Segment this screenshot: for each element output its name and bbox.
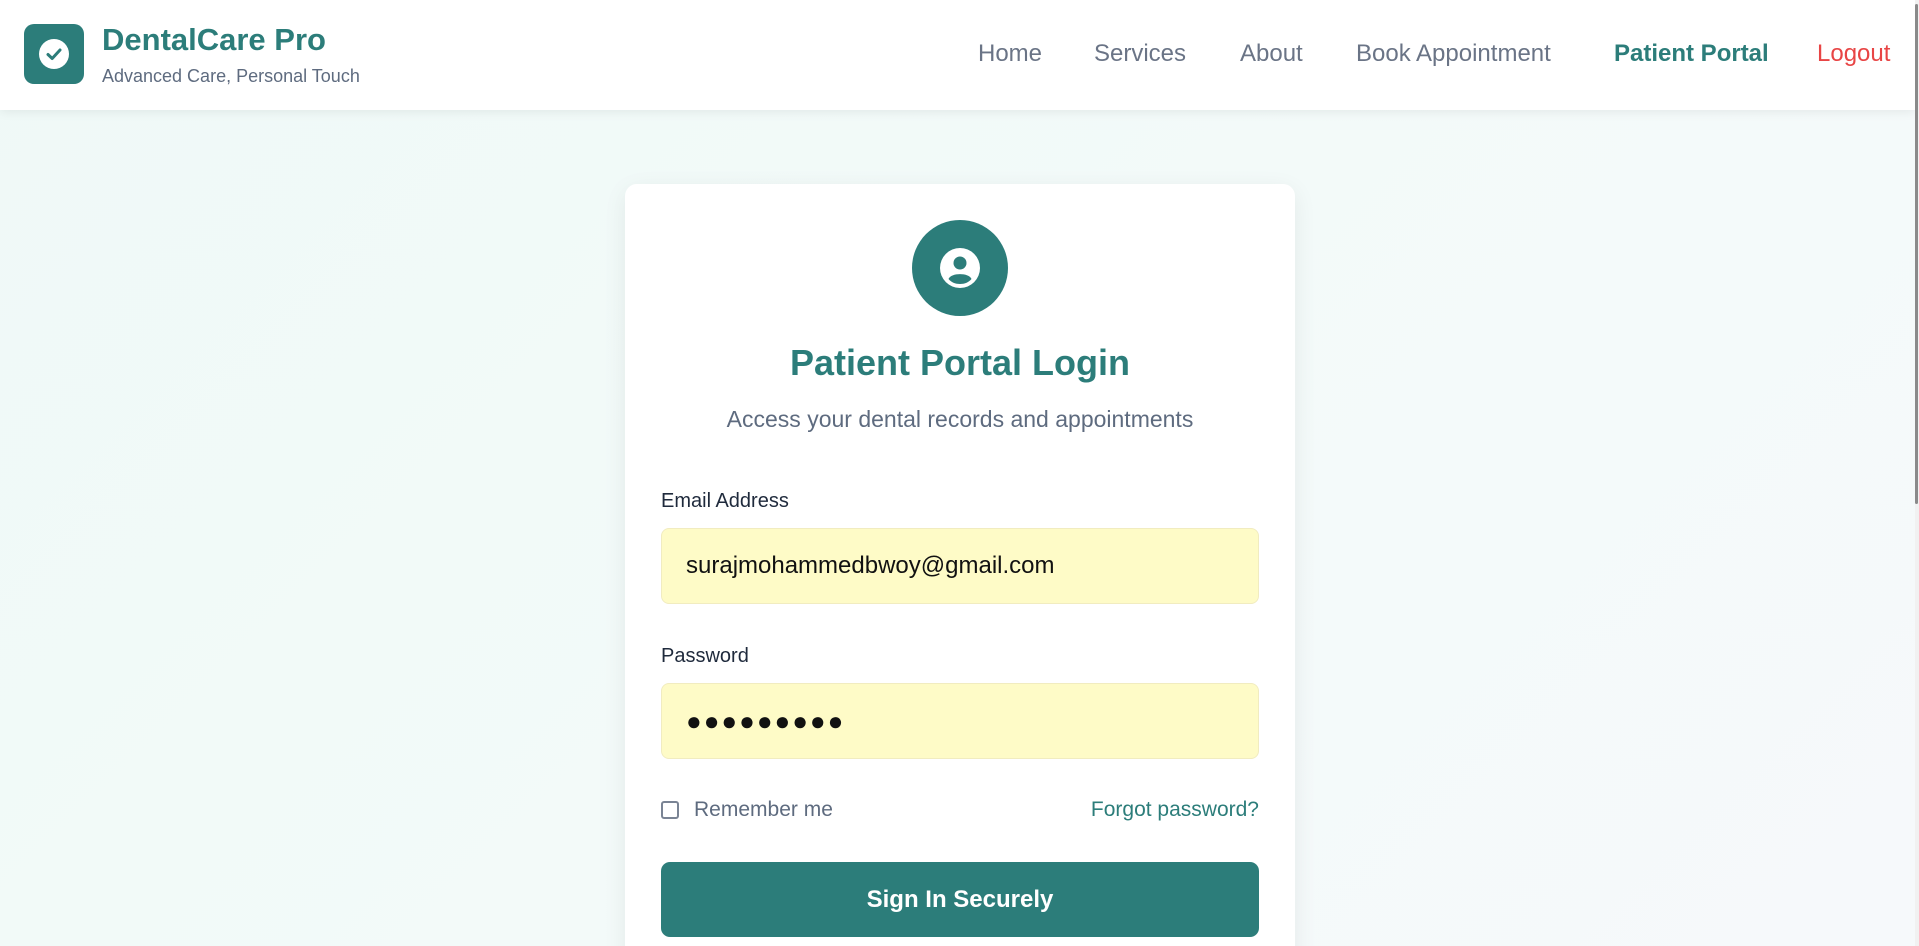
login-card: Patient Portal Login Access your dental … [625,184,1295,946]
nav-about[interactable]: About [1240,40,1303,68]
site-header: DentalCare Pro Advanced Care, Personal T… [0,0,1915,110]
scrollbar-thumb[interactable] [1915,4,1918,504]
nav-services[interactable]: Services [1094,40,1186,68]
sign-in-button[interactable]: Sign In Securely [661,862,1259,937]
user-circle-icon [912,220,1008,316]
nav-patient-portal[interactable]: Patient Portal [1614,40,1769,68]
remember-me-checkbox[interactable] [661,801,679,819]
password-value: ●●●●●●●●● [686,705,846,736]
nav-home[interactable]: Home [978,40,1042,68]
login-subtitle: Access your dental records and appointme… [726,406,1194,432]
password-field[interactable]: ●●●●●●●●● [661,683,1259,759]
logo-badge[interactable] [24,24,84,84]
password-label: Password [661,645,749,667]
check-circle-icon [39,39,69,69]
nav-book-appointment[interactable]: Book Appointment [1356,40,1551,68]
remember-me-label[interactable]: Remember me [694,798,833,822]
nav-logout[interactable]: Logout [1817,40,1890,68]
login-title: Patient Portal Login [789,342,1130,383]
forgot-password-link[interactable]: Forgot password? [1091,798,1259,822]
page: DentalCare Pro Advanced Care, Personal T… [0,0,1915,946]
brand-tagline: Advanced Care, Personal Touch [102,66,360,86]
email-field[interactable] [661,528,1259,604]
email-label: Email Address [661,490,789,512]
brand-name[interactable]: DentalCare Pro [102,22,326,58]
